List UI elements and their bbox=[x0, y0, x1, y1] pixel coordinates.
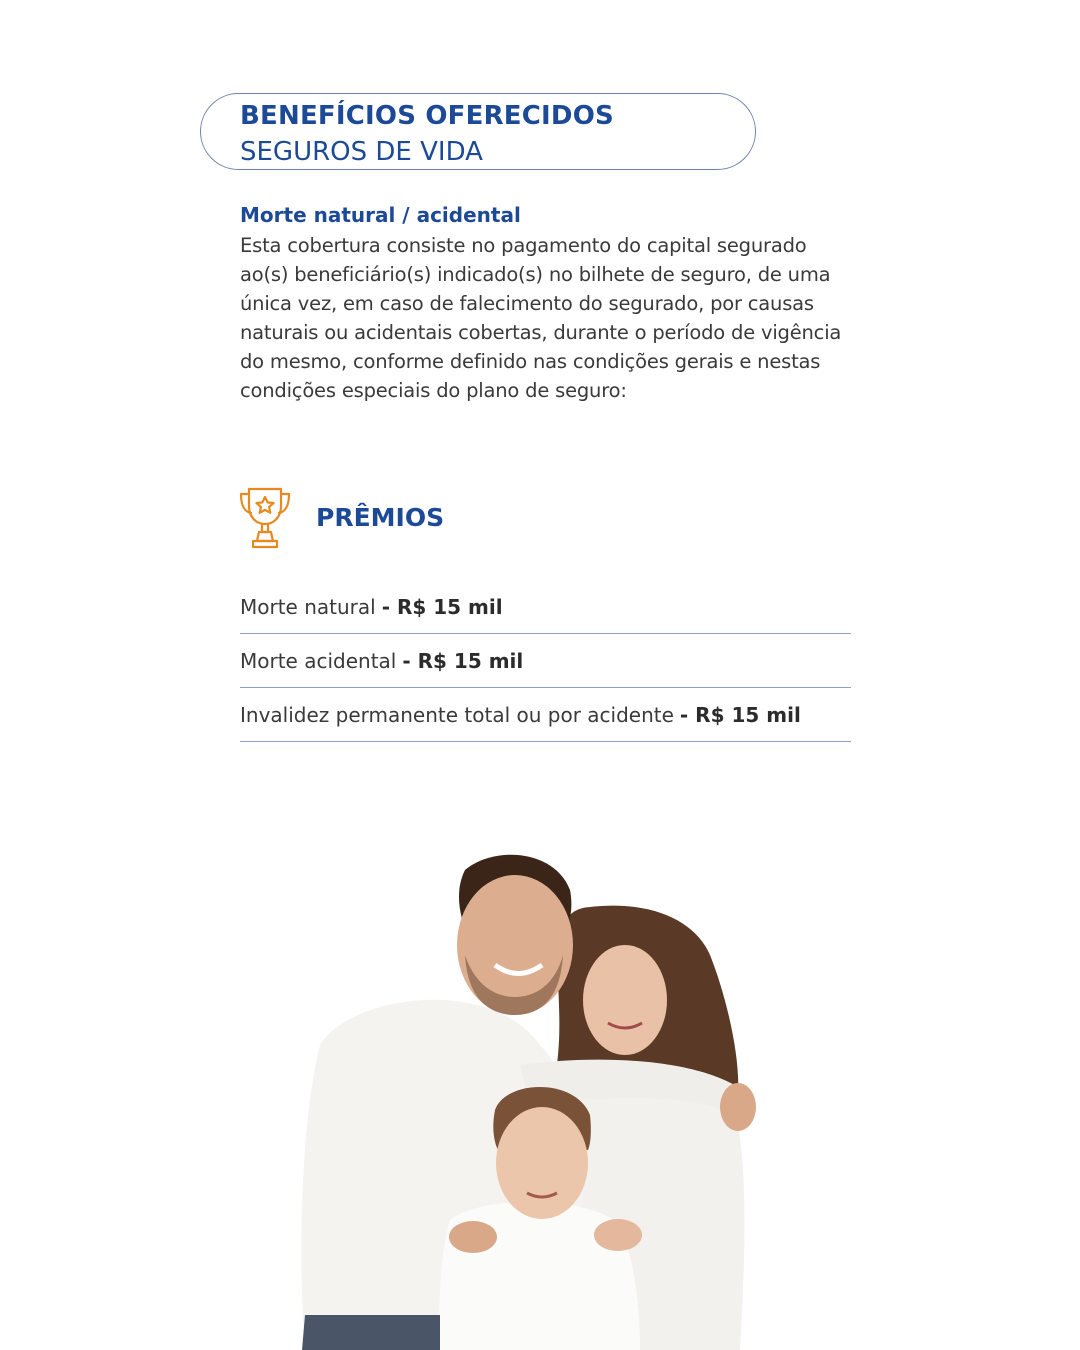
coverage-title: Morte natural / acidental bbox=[240, 203, 521, 227]
prize-value: - R$ 15 mil bbox=[381, 594, 503, 619]
prize-list: Morte natural - R$ 15 mil Morte acidenta… bbox=[240, 580, 851, 742]
prize-value: - R$ 15 mil bbox=[679, 702, 801, 727]
list-item: Invalidez permanente total ou por aciden… bbox=[240, 688, 851, 742]
list-item: Morte acidental - R$ 15 mil bbox=[240, 634, 851, 688]
premios-title: PRÊMIOS bbox=[316, 503, 445, 532]
prize-label: Morte natural bbox=[240, 594, 376, 619]
prize-value: - R$ 15 mil bbox=[402, 648, 524, 673]
page-title: BENEFÍCIOS OFERECIDOS bbox=[240, 101, 614, 131]
man-face bbox=[457, 875, 573, 1015]
family-photo bbox=[301, 854, 756, 1350]
list-item: Morte natural - R$ 15 mil bbox=[240, 580, 851, 634]
woman-face bbox=[583, 945, 667, 1055]
prize-label: Invalidez permanente total ou por aciden… bbox=[240, 702, 674, 727]
page-subtitle: SEGUROS DE VIDA bbox=[240, 137, 483, 167]
boy-face bbox=[496, 1107, 588, 1219]
trophy-icon bbox=[239, 487, 291, 549]
coverage-description: Esta cobertura consiste no pagamento do … bbox=[240, 234, 842, 402]
prize-label: Morte acidental bbox=[240, 648, 397, 673]
